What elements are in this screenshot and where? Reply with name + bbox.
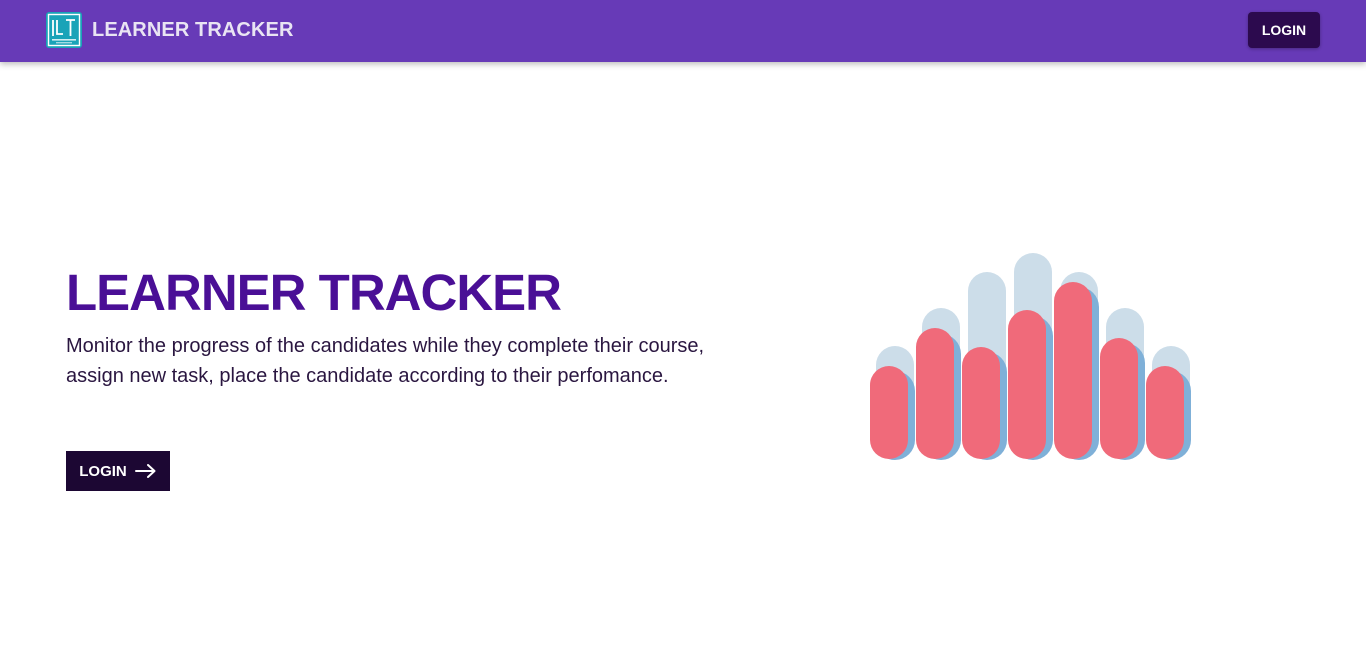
bar-graph-illustration-icon bbox=[870, 253, 1191, 460]
header-login-button[interactable]: LOGIN bbox=[1248, 12, 1320, 48]
hero-login-label: LOGIN bbox=[79, 462, 127, 480]
arrow-right-icon bbox=[134, 464, 156, 478]
ict-logo-icon[interactable] bbox=[46, 12, 82, 48]
brand-title[interactable]: LEARNER TRACKER bbox=[92, 19, 294, 41]
hero-description: Monitor the progress of the candidates w… bbox=[66, 335, 705, 387]
hero-title: LEARNER TRACKER bbox=[66, 264, 562, 321]
hero-login-button[interactable]: LOGIN bbox=[66, 451, 170, 491]
app-bar: LEARNER TRACKER LOGIN bbox=[0, 0, 1366, 62]
